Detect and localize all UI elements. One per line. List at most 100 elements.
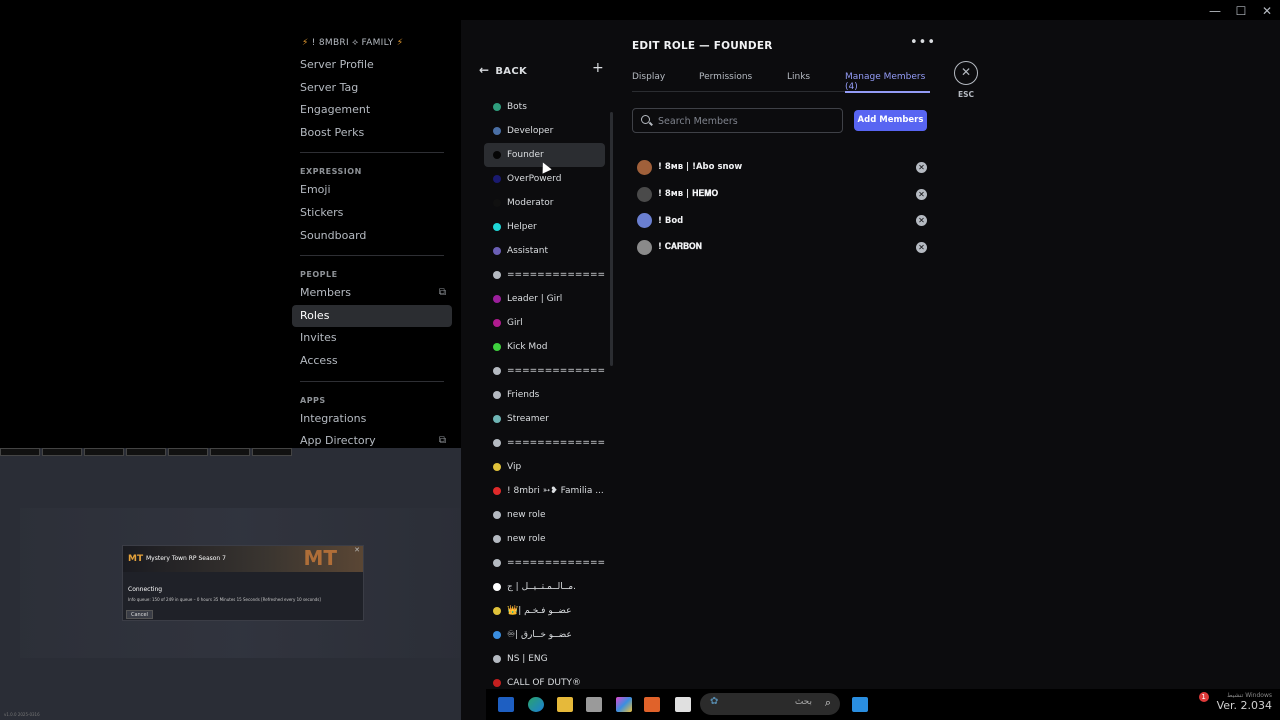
- search-members-input[interactable]: [658, 113, 838, 129]
- role-name: Moderator: [507, 198, 554, 208]
- copilot-icon[interactable]: [616, 697, 632, 712]
- role-color-dot: [493, 679, 501, 687]
- role-item[interactable]: Helper: [484, 215, 605, 239]
- remove-member-icon[interactable]: ✕: [916, 215, 927, 227]
- edge-icon[interactable]: [528, 697, 544, 712]
- mail-icon[interactable]: [586, 697, 602, 712]
- role-color-dot: [493, 295, 501, 303]
- nav-engagement[interactable]: Engagement: [292, 99, 452, 122]
- taskbar-search-label: بحث: [794, 697, 812, 707]
- remove-member-icon[interactable]: ✕: [916, 242, 927, 254]
- role-name: ================: [507, 438, 605, 448]
- nav-stickers[interactable]: Stickers: [292, 202, 452, 225]
- role-item[interactable]: Kick Mod: [484, 335, 605, 359]
- close-window-icon[interactable]: ✕: [1254, 0, 1280, 22]
- role-item[interactable]: Girl: [484, 311, 605, 335]
- role-name: مــالــمـتــيــل | ج.: [507, 582, 576, 592]
- member-row: ! 8мв | 𝐇𝐄𝐌𝐎 ✕: [637, 181, 927, 208]
- version-label: Ver. 2.034: [1216, 699, 1272, 712]
- page-title: EDIT ROLE — FOUNDER: [632, 40, 773, 52]
- tab-display[interactable]: Display: [632, 72, 665, 82]
- remove-member-icon[interactable]: ✕: [916, 162, 927, 173]
- role-item[interactable]: Friends: [484, 383, 605, 407]
- role-item[interactable]: Leader | Girl: [484, 287, 605, 311]
- member-name: ! Bod: [658, 215, 684, 226]
- nav-integrations[interactable]: Integrations: [292, 408, 452, 431]
- role-item[interactable]: ♾| عضــو خــارق: [484, 623, 605, 647]
- nav-emoji[interactable]: Emoji: [292, 179, 452, 202]
- roles-panel: ← BACK + Bots Developer Founder OverPowerd Mo…: [461, 20, 616, 720]
- role-item[interactable]: ================: [484, 431, 605, 455]
- minimize-icon[interactable]: —: [1202, 0, 1228, 22]
- role-item[interactable]: ================: [484, 263, 605, 287]
- member-list: ! 8мв | !Abo snow ✕! 8мв | 𝐇𝐄𝐌𝐎 ✕! Bod ✕! 𝐂…: [637, 154, 927, 261]
- member-name: ! 𝐂𝐀𝐑𝐁𝐎𝐍: [658, 242, 703, 253]
- banner-logo: MT: [303, 546, 337, 570]
- role-item[interactable]: Developer: [484, 119, 605, 143]
- role-item[interactable]: new role: [484, 527, 605, 551]
- people-header: PEOPLE: [300, 270, 338, 280]
- role-color-dot: [493, 175, 501, 183]
- nav-soundboard[interactable]: Soundboard: [292, 225, 452, 248]
- nav-invites[interactable]: Invites: [292, 327, 452, 350]
- performance-overlay: [0, 448, 292, 456]
- search-highlight-icon: ✿: [710, 696, 719, 707]
- role-item[interactable]: مــالــمـتــيــل | ج.: [484, 575, 605, 599]
- role-item[interactable]: new role: [484, 503, 605, 527]
- role-item[interactable]: Vip: [484, 455, 605, 479]
- role-item[interactable]: Bots: [484, 95, 605, 119]
- role-color-dot: [493, 415, 501, 423]
- create-role-icon[interactable]: +: [592, 60, 604, 76]
- role-name: new role: [507, 510, 546, 520]
- role-item[interactable]: Streamer: [484, 407, 605, 431]
- role-name: ================: [507, 558, 605, 568]
- close-icon[interactable]: ✕: [954, 61, 978, 85]
- tab-permissions[interactable]: Permissions: [699, 72, 752, 82]
- store-icon[interactable]: [498, 697, 514, 712]
- dialog-close-icon[interactable]: ✕: [354, 546, 360, 554]
- role-name: Vip: [507, 462, 522, 472]
- window-icon[interactable]: [675, 697, 691, 712]
- role-name: Streamer: [507, 414, 549, 424]
- app-icon[interactable]: [644, 697, 660, 712]
- role-name: 👑| عضــو فـخـم: [507, 606, 572, 616]
- tab-manage-members[interactable]: Manage Members (4): [845, 72, 930, 93]
- tab-links[interactable]: Links: [787, 72, 810, 82]
- role-name: Kick Mod: [507, 342, 548, 352]
- role-item[interactable]: Moderator: [484, 191, 605, 215]
- nav-roles[interactable]: Roles: [292, 304, 452, 328]
- role-color-dot: [493, 559, 501, 567]
- notification-badge[interactable]: 1: [1198, 692, 1209, 702]
- taskbar-search[interactable]: ✿ بحث ⌕: [700, 693, 840, 715]
- back-button[interactable]: ← BACK: [479, 63, 527, 77]
- nav-members[interactable]: Members ⧉: [292, 282, 452, 305]
- role-item[interactable]: 👑| عضــو فـخـم: [484, 599, 605, 623]
- maximize-icon[interactable]: ☐: [1228, 0, 1254, 22]
- nav-server-tag[interactable]: Server Tag: [292, 77, 452, 100]
- add-members-button[interactable]: Add Members: [854, 110, 927, 131]
- nav-server-profile[interactable]: Server Profile: [292, 54, 452, 77]
- role-color-dot: [493, 583, 501, 591]
- cancel-button[interactable]: Cancel: [126, 610, 153, 619]
- role-name: Assistant: [507, 246, 549, 256]
- role-name: Helper: [507, 222, 537, 232]
- role-name: ♾| عضــو خــارق: [507, 630, 572, 640]
- back-label: BACK: [495, 66, 528, 77]
- activation-note: تنشيط Windows: [1226, 692, 1272, 699]
- windows-start-icon[interactable]: [852, 697, 868, 712]
- role-color-dot: [493, 439, 501, 447]
- role-item[interactable]: Assistant: [484, 239, 605, 263]
- more-options-icon[interactable]: •••: [910, 35, 936, 50]
- search-icon: [641, 115, 650, 124]
- nav-access[interactable]: Access: [292, 350, 452, 373]
- folder-icon[interactable]: [557, 697, 573, 712]
- role-color-dot: [493, 151, 501, 159]
- role-item[interactable]: NS | ENG: [484, 647, 605, 671]
- role-item[interactable]: ! 8mbri ➳❥ Familia ...: [484, 479, 605, 503]
- nav-boost-perks[interactable]: Boost Perks: [292, 122, 452, 145]
- remove-member-icon[interactable]: ✕: [916, 188, 927, 200]
- roles-scrollbar[interactable]: [610, 112, 613, 366]
- role-item[interactable]: ================: [484, 551, 605, 575]
- arrow-left-icon: ←: [479, 63, 490, 77]
- role-item[interactable]: ================: [484, 359, 605, 383]
